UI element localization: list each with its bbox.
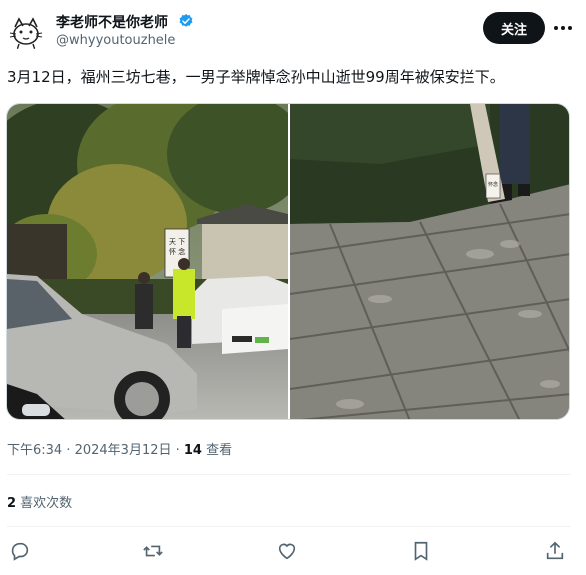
svg-text:怀 念: 怀 念 (169, 247, 185, 256)
photo-street-scene[interactable]: 天 下 怀 念 (7, 104, 288, 419)
svg-text:怀念: 怀念 (488, 181, 498, 188)
author-name[interactable]: 李老师不是你老师 (56, 12, 168, 32)
views-count: 14 (183, 443, 202, 458)
bookmark-icon[interactable] (410, 540, 434, 564)
tweet-media[interactable]: 天 下 怀 念 怀念 (6, 103, 570, 420)
heart-icon[interactable] (276, 540, 300, 564)
more-options-icon[interactable] (550, 15, 576, 41)
tweet-header: 李老师不是你老师 @whyyoutouzhele 关注 (0, 0, 586, 62)
photo-pavement[interactable]: 怀念 (290, 104, 569, 419)
svg-text:天 下: 天 下 (169, 238, 185, 246)
retweet-icon[interactable] (142, 540, 166, 564)
timestamp-text[interactable]: 下午6:34 · 2024年3月12日 · (7, 443, 184, 458)
tweet-text: 3月12日，福州三坊七巷，一男子举牌悼念孙中山逝世99周年被保安拦下。 (7, 68, 505, 86)
verified-badge-icon (178, 13, 194, 29)
follow-button[interactable]: 关注 (483, 12, 545, 44)
reply-icon[interactable] (9, 540, 33, 564)
likes-count: 2 (7, 496, 17, 511)
views-label: 查看 (201, 443, 233, 458)
likes-summary[interactable]: 2 喜欢次数 (7, 492, 72, 511)
tweet-timestamp[interactable]: 下午6:34 · 2024年3月12日 · 14 查看 (7, 439, 232, 458)
divider (7, 474, 571, 475)
likes-label: 喜欢次数 (16, 496, 73, 511)
tweet-actions (0, 538, 586, 568)
divider (7, 526, 571, 527)
avatar[interactable] (7, 13, 45, 51)
author-handle[interactable]: @whyyoutouzhele (56, 33, 175, 48)
share-icon[interactable] (544, 540, 568, 564)
